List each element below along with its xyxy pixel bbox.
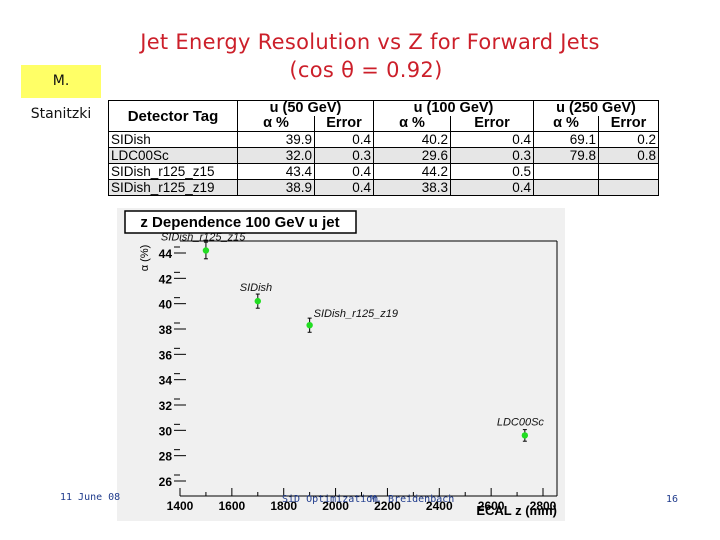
point-label: SIDish: [240, 282, 272, 294]
footer-date: 11 June 08: [60, 492, 121, 503]
y-tick-label: 32: [159, 399, 173, 413]
footer-author: M. Breidenbach: [370, 494, 455, 505]
data-point: [521, 432, 529, 439]
x-tick-label: 1600: [219, 499, 246, 513]
y-tick-label: 36: [159, 348, 173, 362]
y-axis-label: α (%): [139, 245, 151, 272]
x-tick-label: 1400: [167, 499, 194, 513]
y-tick-label: 30: [159, 424, 173, 438]
y-tick-label: 38: [159, 323, 173, 337]
data-point: [254, 297, 261, 305]
data-point: [202, 247, 210, 254]
x-axis-label: ECAL z (mm): [476, 503, 557, 518]
page-number: 16: [666, 494, 679, 505]
footer-title: SiD Optimization: [282, 494, 379, 505]
point-label: LDC00Sc: [497, 416, 545, 428]
y-tick-label: 28: [159, 450, 173, 464]
scatter-plot: 26283032343638404244 1400 1600 1800 2000 220…: [124, 210, 558, 518]
y-tick-label: 34: [159, 374, 173, 388]
data-point: [306, 322, 313, 329]
chart-title: z Dependence 100 GeV u jet: [140, 214, 339, 231]
y-tick-label: 44: [159, 247, 173, 261]
y-tick-label: 42: [159, 272, 173, 286]
point-label: SIDish_r125_z19: [314, 308, 398, 320]
y-tick-label: 26: [159, 475, 173, 489]
y-tick-label: 40: [159, 298, 173, 312]
